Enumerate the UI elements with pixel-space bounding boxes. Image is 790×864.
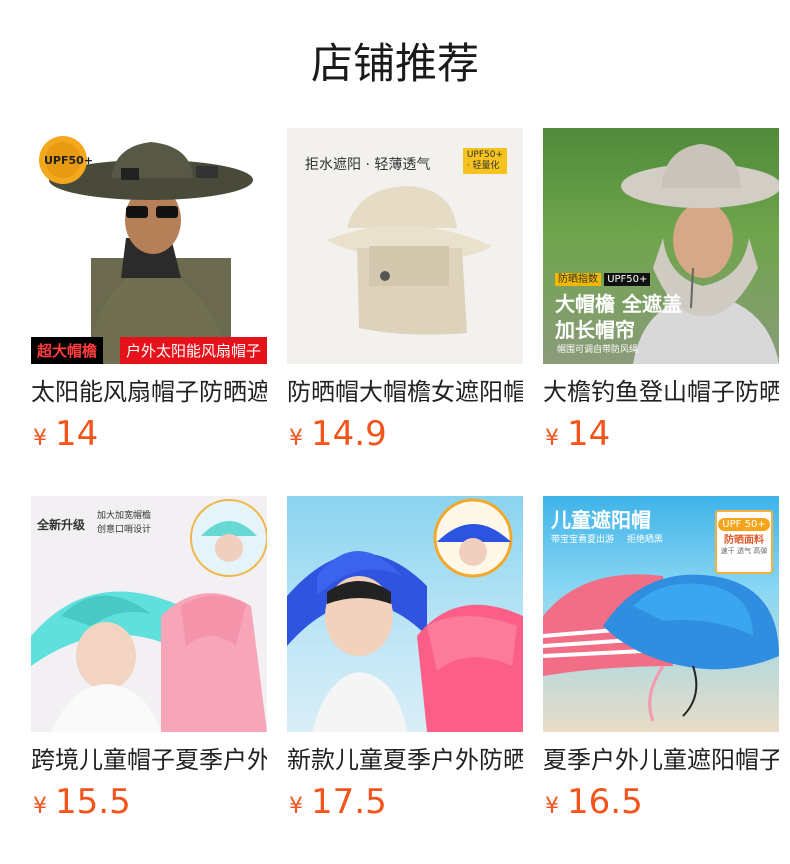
fabric-badge: UPF 50+ 防晒面料 速干 透气 高弹 [715,510,773,574]
image-small-note: 帽围可调自带防风绳 [557,345,639,355]
currency-symbol: ¥ [545,794,559,819]
image-headline: 儿童遮阳帽 [551,508,651,532]
product-price: ¥ 17.5 [287,782,523,822]
section-title: 店铺推荐 [310,39,479,88]
image-tag-right: 户外太阳能风扇帽子 [119,337,267,364]
store-recommend-page: 店铺推荐 UPF50+ 超大帽檐 户外太阳能风扇帽子 太阳能风扇帽子防晒遮 ¥ … [0,0,790,864]
currency-symbol: ¥ [289,426,303,451]
product-card[interactable]: 儿童遮阳帽 带宝宝看夏出游 拒绝晒黑 UPF 50+ 防晒面料 速干 透气 高弹… [543,496,779,832]
upf-badge: UPF 50+ [718,518,770,531]
product-name[interactable]: 夏季户外儿童遮阳帽子 [543,744,779,776]
product-card[interactable]: 全新升级 加大加宽帽檐 创意口哨设计 跨境儿童帽子夏季户外 ¥ 15.5 [31,496,267,832]
image-note-2: 创意口哨设计 [97,525,152,535]
spf-tag: 防晒指数 [555,273,601,286]
fabric-label: 防晒面料 [724,535,764,546]
currency-symbol: ¥ [33,794,47,819]
image-sub-2: 拒绝晒黑 [627,535,664,545]
product-image[interactable]: 拒水遮阳 · 轻薄透气 UPF50+ · 轻量化 [287,128,523,364]
price-value: 14 [567,414,611,454]
product-card[interactable]: 防晒指数 UPF50+ 大帽檐 全遮盖 加长帽帘 帽围可调自带防风绳 大檐钓鱼登… [543,128,779,464]
product-image[interactable]: 防晒指数 UPF50+ 大帽檐 全遮盖 加长帽帘 帽围可调自带防风绳 [543,128,779,364]
currency-symbol: ¥ [33,426,47,451]
upf-badge-sub: · 轻量化 [466,161,500,171]
product-image[interactable] [287,496,523,732]
upf-badge: UPF50+ [604,273,651,286]
product-name[interactable]: 太阳能风扇帽子防晒遮阳 [31,376,267,408]
product-price: ¥ 14.9 [287,414,523,454]
price-value: 14 [55,414,99,454]
product-name[interactable]: 跨境儿童帽子夏季户外 [31,744,267,776]
product-card[interactable]: 新款儿童夏季户外防晒 ¥ 17.5 [287,496,523,832]
image-line2: 加长帽帘 [555,318,635,342]
price-value: 15.5 [55,782,131,822]
upf-badge: UPF50+ [44,154,94,167]
image-tag-left: 超大帽檐 [31,337,104,364]
upf-badge: UPF50+ · 轻量化 [462,148,507,174]
product-name[interactable]: 防晒帽大帽檐女遮阳帽 [287,376,523,408]
product-price: ¥ 14 [543,414,779,454]
image-note-1: 加大加宽帽檐 [97,511,152,521]
kids-bucket-hat-illustration [287,498,523,732]
image-tag: 防晒指数 UPF50+ [555,270,651,286]
image-sub: 带宝宝看夏出游 [551,535,615,545]
product-grid: UPF50+ 超大帽檐 户外太阳能风扇帽子 太阳能风扇帽子防晒遮阳 ¥ 14 [31,128,779,832]
product-price: ¥ 16.5 [543,782,779,822]
image-line1: 大帽檐 全遮盖 [555,292,682,316]
product-card[interactable]: UPF50+ 超大帽檐 户外太阳能风扇帽子 太阳能风扇帽子防晒遮阳 ¥ 14 [31,128,267,464]
product-price: ¥ 14 [31,414,267,454]
fabric-small: 速干 透气 高弹 [720,547,768,555]
product-image[interactable]: UPF50+ 超大帽檐 户外太阳能风扇帽子 [31,128,267,364]
price-value: 17.5 [311,782,387,822]
product-name[interactable]: 新款儿童夏季户外防晒 [287,744,523,776]
upf-badge-text: UPF50+ [466,150,503,160]
currency-symbol: ¥ [545,426,559,451]
currency-symbol: ¥ [289,794,303,819]
product-card[interactable]: 拒水遮阳 · 轻薄透气 UPF50+ · 轻量化 防晒帽大帽檐女遮阳帽 ¥ 14… [287,128,523,464]
price-value: 16.5 [567,782,643,822]
product-image[interactable]: 全新升级 加大加宽帽檐 创意口哨设计 [31,496,267,732]
price-value: 14.9 [311,414,387,454]
product-price: ¥ 15.5 [31,782,267,822]
product-name[interactable]: 大檐钓鱼登山帽子防晒 [543,376,779,408]
product-image[interactable]: 儿童遮阳帽 带宝宝看夏出游 拒绝晒黑 UPF 50+ 防晒面料 速干 透气 高弹 [543,496,779,732]
image-headline: 拒水遮阳 · 轻薄透气 [305,157,431,173]
image-headline: 全新升级 [37,518,86,532]
